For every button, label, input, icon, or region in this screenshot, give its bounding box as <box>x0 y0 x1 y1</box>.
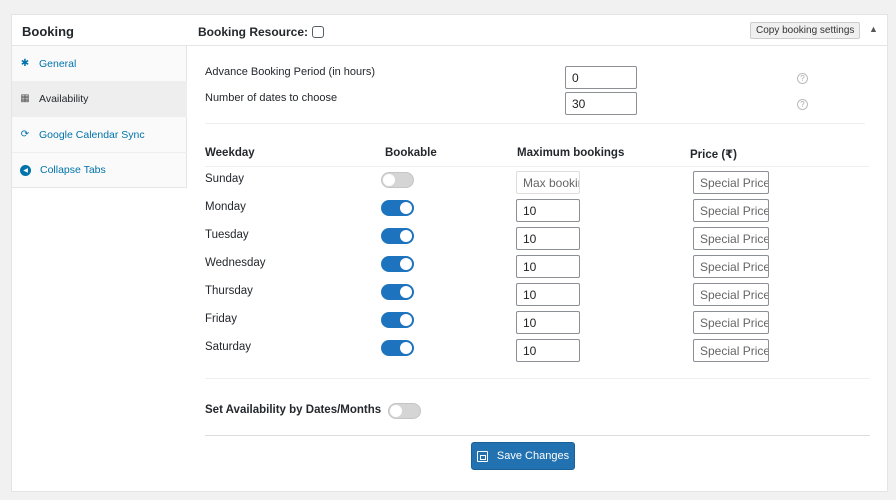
max-bookings-input[interactable] <box>516 255 580 278</box>
gear-icon: ✱ <box>20 58 30 69</box>
panel-collapse-icon[interactable]: ▲ <box>869 24 878 34</box>
bookable-toggle[interactable] <box>381 228 414 244</box>
advance-booking-label: Advance Booking Period (in hours) <box>205 66 375 78</box>
special-price-input[interactable] <box>693 171 769 194</box>
copy-booking-settings-button[interactable]: Copy booking settings <box>750 22 861 39</box>
tab-label: Collapse Tabs <box>40 164 106 176</box>
help-icon[interactable]: ? <box>797 73 808 84</box>
bookable-toggle[interactable] <box>381 172 414 188</box>
help-icon[interactable]: ? <box>797 99 808 110</box>
booking-resource-checkbox[interactable] <box>312 26 325 38</box>
calendar-icon: ▦ <box>20 93 30 104</box>
weekday-label: Sunday <box>205 173 245 185</box>
bookable-toggle[interactable] <box>381 256 414 272</box>
bookable-header: Bookable <box>385 147 437 159</box>
dates-months-toggle[interactable] <box>388 403 421 419</box>
weekday-label: Tuesday <box>205 229 249 241</box>
tab-google-calendar-sync[interactable]: ⟳ Google Calendar Sync <box>12 117 187 153</box>
booking-tabs: ✱ General ▦ Availability ⟳ Google Calend… <box>12 46 187 188</box>
advance-booking-input[interactable] <box>565 66 637 89</box>
max-bookings-input[interactable] <box>516 311 580 334</box>
collapse-left-icon: ◀ <box>20 164 31 176</box>
tab-label: Availability <box>39 92 89 105</box>
max-bookings-input[interactable] <box>516 283 580 306</box>
tab-label: Google Calendar Sync <box>39 128 145 141</box>
number-of-dates-input[interactable] <box>565 92 637 115</box>
tab-label: General <box>39 57 77 70</box>
tab-general[interactable]: ✱ General <box>12 46 187 82</box>
save-changes-button[interactable]: Save Changes <box>471 442 575 470</box>
dates-months-label: Set Availability by Dates/Months <box>205 404 382 416</box>
panel-title: Booking <box>22 24 74 39</box>
bookable-toggle[interactable] <box>381 200 414 216</box>
number-of-dates-label: Number of dates to choose <box>205 92 338 104</box>
max-bookings-input[interactable] <box>516 199 580 222</box>
special-price-input[interactable] <box>693 199 769 222</box>
max-bookings-header: Maximum bookings <box>517 147 625 159</box>
special-price-input[interactable] <box>693 339 769 362</box>
sync-icon: ⟳ <box>20 129 30 140</box>
max-bookings-input[interactable] <box>516 227 580 250</box>
special-price-input[interactable] <box>693 255 769 278</box>
bookable-toggle[interactable] <box>381 340 414 356</box>
price-header: Price (₹) <box>690 149 737 161</box>
divider <box>205 123 865 124</box>
weekday-label: Friday <box>205 313 237 325</box>
special-price-input[interactable] <box>693 283 769 306</box>
weekday-header: Weekday <box>205 147 255 159</box>
booking-resource-text: Booking Resource: <box>198 25 309 39</box>
weekday-label: Wednesday <box>205 257 266 269</box>
panel-header: Booking Booking Resource: Copy booking s… <box>12 15 887 46</box>
bookable-toggle[interactable] <box>381 312 414 328</box>
save-button-label: Save Changes <box>496 450 570 462</box>
header-divider <box>205 166 869 167</box>
divider <box>205 378 869 379</box>
max-bookings-input[interactable] <box>516 339 580 362</box>
weekday-label: Saturday <box>205 341 252 353</box>
max-bookings-input[interactable] <box>516 171 580 194</box>
special-price-input[interactable] <box>693 227 769 250</box>
booking-resource-label[interactable]: Booking Resource: <box>198 25 325 39</box>
special-price-input[interactable] <box>693 311 769 334</box>
tab-availability[interactable]: ▦ Availability <box>12 81 187 117</box>
booking-panel: Booking Booking Resource: Copy booking s… <box>11 14 888 492</box>
save-icon <box>476 450 488 462</box>
weekday-label: Monday <box>205 201 246 213</box>
weekday-label: Thursday <box>205 285 253 297</box>
bookable-toggle[interactable] <box>381 284 414 300</box>
tab-collapse-tabs[interactable]: ◀ Collapse Tabs <box>12 152 187 188</box>
divider <box>205 435 870 436</box>
